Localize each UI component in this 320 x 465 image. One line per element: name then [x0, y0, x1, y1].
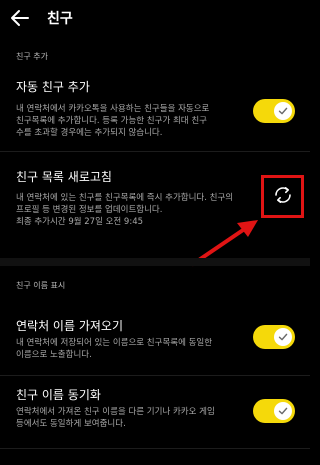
back-arrow-icon[interactable] — [8, 6, 32, 30]
auto-add-title: 자동 친구 추가 — [16, 80, 90, 94]
sync-names-description: 연락처에서 가져온 친구 이름을 다른 기기나 카카오 게임 등에서도 동일하게… — [16, 406, 254, 430]
refresh-button[interactable] — [261, 175, 304, 218]
desc-line: 연락처에서 가져온 친구 이름을 다른 기기나 카카오 게임 — [16, 407, 215, 417]
check-icon — [274, 328, 292, 346]
import-names-description: 내 연락처에 저장되어 있는 이름으로 친구목록에 동일한 이름으로 노출합니다… — [16, 337, 254, 361]
desc-line: 이름으로 노출합니다. — [16, 350, 92, 360]
divider — [0, 375, 310, 376]
refresh-description: 내 연락처에 있는 친구를 친구목록에 즉시 추가합니다. 친구의 프로필 등 … — [16, 192, 254, 228]
sync-names-toggle[interactable] — [253, 399, 295, 423]
desc-line: 등에서도 동일하게 보여줍니다. — [16, 419, 126, 429]
sync-names-title: 친구 이름 동기화 — [16, 388, 101, 402]
refresh-icon — [271, 183, 295, 211]
page-title: 친구 — [47, 11, 73, 27]
desc-line: 프로필 등 변경된 정보를 업데이트합니다. — [16, 205, 163, 215]
desc-line: 내 연락처에 있는 친구를 친구목록에 즉시 추가합니다. 친구의 — [16, 193, 234, 203]
auto-add-description: 내 연락처에서 카카오톡을 사용하는 친구들을 자동으로 친구목록에 추가합니다… — [16, 103, 254, 139]
section-label-add: 친구 추가 — [16, 52, 48, 61]
header: 친구 — [0, 0, 310, 38]
desc-line: 수를 초과할 경우에는 추가되지 않습니다. — [16, 128, 163, 138]
import-names-toggle[interactable] — [253, 325, 295, 349]
section-separator — [0, 258, 310, 266]
desc-line: 내 연락처에서 카카오톡을 사용하는 친구들을 자동으로 — [16, 104, 210, 114]
divider — [0, 448, 310, 449]
check-icon — [274, 102, 292, 120]
last-refresh-time: 최종 추가시간 9월 27일 오전 9:45 — [16, 217, 144, 227]
section-label-display: 친구 이름 표시 — [16, 281, 66, 290]
import-names-title: 연락처 이름 가져오기 — [16, 319, 123, 333]
check-icon — [274, 402, 292, 420]
refresh-title: 친구 목록 새로고침 — [16, 170, 112, 184]
desc-line: 친구목록에 추가합니다. 등록 가능한 친구가 최대 친구 — [16, 116, 207, 126]
divider — [0, 151, 310, 152]
desc-line: 내 연락처에 저장되어 있는 이름으로 친구목록에 동일한 — [16, 338, 213, 348]
auto-add-toggle[interactable] — [253, 99, 295, 123]
